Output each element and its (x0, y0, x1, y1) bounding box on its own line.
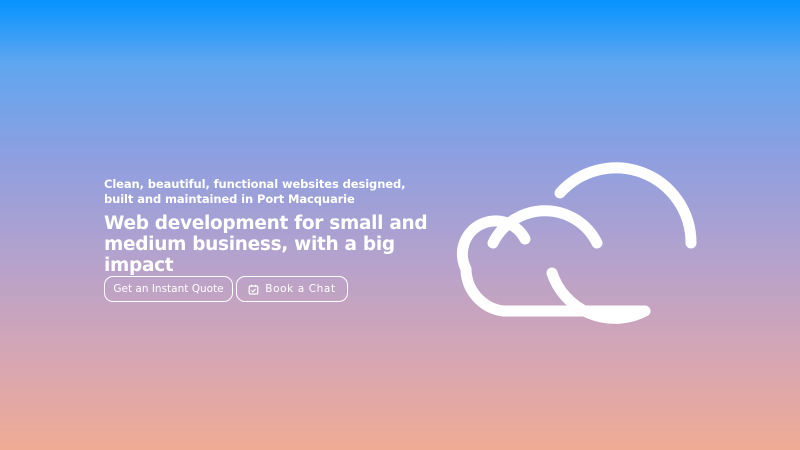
cloud-icon (455, 155, 705, 330)
hero-headline: Web development for small and medium bus… (104, 213, 428, 276)
book-chat-button[interactable]: Book a Chat (236, 276, 348, 302)
instant-quote-label: Get an Instant Quote (113, 283, 224, 295)
hero-tagline: Clean, beautiful, functional websites de… (104, 177, 406, 206)
hero-section: Clean, beautiful, functional websites de… (0, 0, 800, 450)
hero-text-block: Clean, beautiful, functional websites de… (104, 177, 434, 276)
book-chat-label: Book a Chat (265, 283, 336, 295)
cta-button-group: Get an Instant Quote Book a Chat (104, 276, 348, 302)
instant-quote-button[interactable]: Get an Instant Quote (104, 276, 233, 302)
calendar-check-icon (248, 284, 259, 295)
